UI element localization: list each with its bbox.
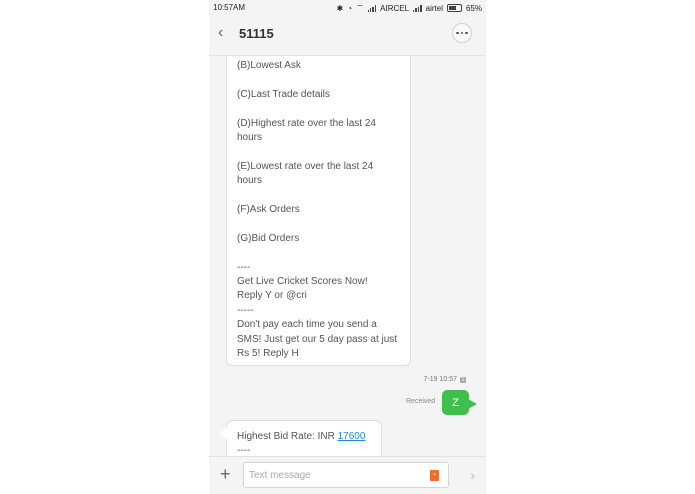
message-line: [237, 189, 400, 203]
plus-icon[interactable]: +: [220, 464, 231, 484]
message-line: [237, 217, 400, 231]
incoming-message-bubble[interactable]: Highest Bid Rate: INR 17600 ----: [220, 420, 382, 461]
received-status: Received: [406, 398, 436, 405]
message-input-placeholder: Text message: [249, 470, 311, 481]
message-list[interactable]: (B)Lowest Ask (C)Last Trade details (D)Hig…: [209, 56, 486, 461]
conversation-title: 51115: [239, 26, 274, 41]
message-line: Highest Bid Rate: INR 17600: [237, 431, 366, 442]
message-line: (F)Ask Orders: [237, 204, 300, 215]
number-link[interactable]: 17600: [338, 431, 366, 442]
message-line: [237, 73, 400, 87]
message-line: ----: [237, 261, 251, 273]
message-line: (G)Bid Orders: [237, 232, 300, 244]
messaging-app: 10:57AM ✱ ◔ ⌔ AIRCEL airtel 65% ‹ 51115 …: [209, 0, 486, 494]
sim-attach-icon[interactable]: ▪: [430, 470, 439, 481]
message-line: -----: [237, 304, 254, 316]
chevron-left-icon[interactable]: ‹: [218, 25, 223, 41]
message-line: SMS! Just get our 5 day pass at just: [237, 333, 398, 345]
incoming-message-bubble[interactable]: (B)Lowest Ask (C)Last Trade details (D)Hig…: [226, 56, 411, 367]
outgoing-message-bubble[interactable]: Z: [442, 390, 477, 415]
battery-icon: [446, 4, 462, 12]
message-line: [237, 102, 400, 116]
signal-icon: [367, 4, 377, 12]
message-line: hours: [237, 175, 263, 187]
message-line: [237, 246, 400, 260]
sim-badge-icon: 1: [460, 376, 466, 383]
battery-percent: 65%: [465, 3, 482, 13]
conversation-header: ‹ 51115: [209, 15, 486, 56]
carrier-1: AIRCEL: [380, 3, 410, 13]
timestamp-text: 7-19 10:57: [423, 376, 457, 383]
more-dots-icon[interactable]: [452, 23, 472, 43]
message-line: (C)Last Trade details: [237, 88, 330, 100]
alarm-icon: ◔: [347, 3, 353, 13]
status-time: 10:57AM: [213, 3, 246, 12]
outgoing-message-text: Z: [452, 396, 459, 409]
message-line: [237, 145, 400, 159]
message-input[interactable]: Text message ▪: [243, 462, 449, 488]
message-timestamp: 7-19 10:57 1: [424, 376, 466, 383]
bluetooth-icon: ✱: [336, 3, 344, 13]
signal-icon: [413, 4, 422, 12]
message-line: Rs 5! Reply H: [237, 348, 299, 360]
composer-bar: + Text message ▪ ›: [209, 456, 486, 494]
message-line: Reply Y or @cri: [237, 290, 307, 302]
carrier-2: airtel: [425, 3, 443, 13]
bubble-tail: [468, 399, 477, 409]
wifi-icon: ⌔: [356, 3, 364, 12]
message-line: Don't pay each time you send a: [237, 319, 377, 331]
message-line: (E)Lowest rate over the last 24: [237, 160, 374, 172]
message-line: hours: [237, 132, 263, 143]
message-line: (D)Highest rate over the last 24: [237, 117, 376, 129]
bubble-tail: [220, 427, 227, 439]
status-bar: 10:57AM ✱ ◔ ⌔ AIRCEL airtel 65%: [209, 0, 486, 15]
status-icons: ✱ ◔ ⌔ AIRCEL airtel 65%: [337, 3, 482, 13]
send-arrow-icon[interactable]: ›: [470, 467, 475, 483]
message-line: Get Live Cricket Scores Now!: [237, 276, 368, 287]
message-line: (B)Lowest Ask: [237, 60, 301, 71]
